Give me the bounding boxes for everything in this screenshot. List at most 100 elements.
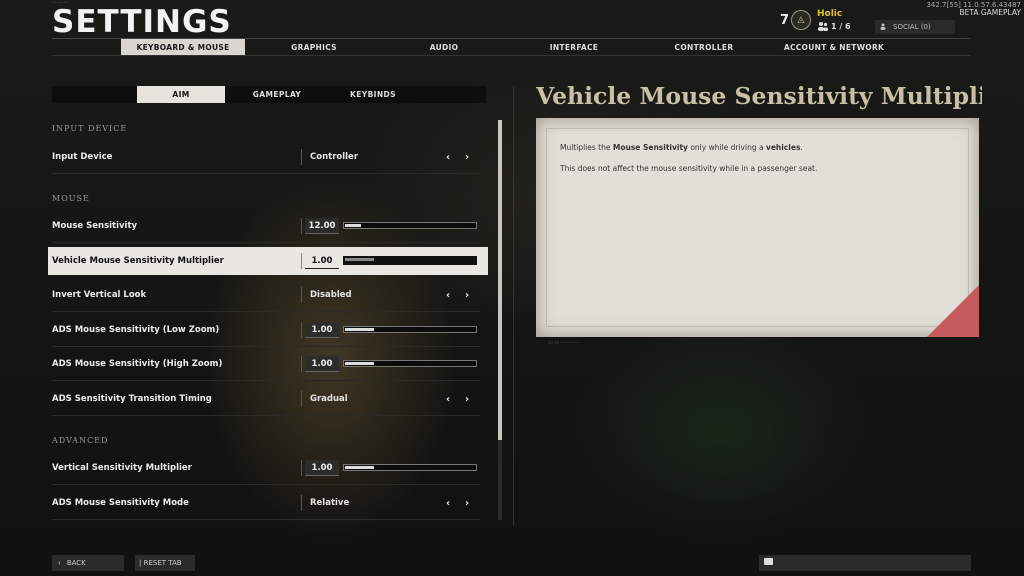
- prev-arrow-icon[interactable]: ‹: [442, 393, 454, 405]
- chat-icon: [764, 558, 773, 565]
- detail-description: Multiplies the Mouse Sensitivity only wh…: [560, 142, 950, 184]
- header: ·· ··· ··· SETTINGS 342.7[55] 11.0.57.6.…: [0, 0, 1024, 62]
- detail-title: Vehicle Mouse Sensitivity Multiplier: [536, 82, 982, 110]
- back-label: BACK: [66, 559, 86, 567]
- row-label: ADS Sensitivity Transition Timing: [52, 394, 212, 404]
- section-input-device: INPUT DEVICE: [52, 124, 128, 133]
- row-divider: [52, 415, 480, 416]
- row-ads-transition-timing[interactable]: ADS Sensitivity Transition Timing Gradua…: [52, 385, 480, 416]
- row-value: Disabled: [310, 290, 352, 300]
- row-separator: [301, 218, 302, 234]
- value-box[interactable]: 1.00: [305, 356, 339, 372]
- beta-label: BETA GAMEPLAY: [959, 8, 1021, 17]
- slider-fill: [345, 328, 374, 331]
- prev-arrow-icon[interactable]: ‹: [442, 497, 454, 509]
- row-ads-sensitivity-mode[interactable]: ADS Mouse Sensitivity Mode Relative ‹ ›: [52, 489, 480, 520]
- value-box[interactable]: 12.00: [305, 218, 339, 234]
- detail-line-2: This does not affect the mouse sensitivi…: [560, 164, 818, 173]
- subtab-aim[interactable]: AIM: [137, 86, 225, 103]
- detail-text-part: Multiplies the: [560, 143, 613, 152]
- row-label: ADS Mouse Sensitivity (High Zoom): [52, 359, 223, 369]
- row-label: Input Device: [52, 152, 113, 162]
- party-count: 1 / 6: [831, 22, 851, 31]
- slider-track[interactable]: [343, 222, 477, 229]
- row-mouse-sensitivity[interactable]: Mouse Sensitivity 12.00: [52, 212, 480, 243]
- subtab-gameplay[interactable]: GAMEPLAY: [232, 86, 322, 103]
- next-arrow-icon[interactable]: ›: [461, 393, 473, 405]
- row-separator: [301, 460, 302, 476]
- detail-text-part: .: [800, 143, 803, 152]
- tab-keyboard-mouse[interactable]: KEYBOARD & MOUSE: [121, 39, 245, 55]
- row-divider: [52, 242, 480, 243]
- row-label: Mouse Sensitivity: [52, 221, 138, 231]
- build-info: 342.7[55] 11.0.57.6.43487 BETA GAMEPLAY: [926, 1, 1021, 17]
- row-label: Vertical Sensitivity Multiplier: [52, 463, 192, 473]
- slider-track[interactable]: [343, 464, 477, 471]
- detail-text-part: only while driving a: [687, 143, 766, 152]
- detail-footer-mark: ▭ ▭ ············: [548, 340, 580, 346]
- row-separator: [301, 322, 302, 338]
- player-level: 7: [780, 13, 790, 28]
- row-separator: [301, 253, 302, 269]
- slider-fill: [345, 362, 374, 365]
- section-advanced: ADVANCED: [52, 436, 109, 445]
- slider-track[interactable]: [343, 326, 477, 333]
- subtab-keybinds[interactable]: KEYBINDS: [328, 86, 418, 103]
- player-name[interactable]: Holic: [817, 9, 842, 19]
- row-separator: [301, 495, 302, 511]
- slider-fill: [345, 258, 374, 261]
- prev-arrow-icon[interactable]: ‹: [442, 289, 454, 301]
- tab-controller[interactable]: CONTROLLER: [658, 39, 750, 55]
- panel-divider: [513, 86, 514, 526]
- row-separator: [301, 356, 302, 372]
- row-vertical-sensitivity[interactable]: Vertical Sensitivity Multiplier 1.00: [52, 454, 480, 485]
- row-value: Relative: [310, 498, 350, 508]
- tab-interface[interactable]: INTERFACE: [528, 39, 620, 55]
- detail-line-1: Multiplies the Mouse Sensitivity only wh…: [560, 142, 950, 154]
- value-box[interactable]: 1.00: [305, 460, 339, 476]
- detail-text-bold: Mouse Sensitivity: [612, 143, 688, 152]
- party-icon: [817, 21, 829, 34]
- social-icon: [880, 23, 888, 32]
- value-box[interactable]: 1.00: [305, 322, 339, 338]
- next-arrow-icon[interactable]: ›: [461, 151, 473, 163]
- reset-tab-button[interactable]: | RESET TAB: [135, 555, 195, 571]
- detail-text-bold: vehicles: [765, 143, 801, 152]
- slider-track[interactable]: [343, 360, 477, 367]
- row-invert-vertical-look[interactable]: Invert Vertical Look Disabled ‹ ›: [52, 281, 480, 312]
- slider-fill: [345, 466, 374, 469]
- detail-card: Multiplies the Mouse Sensitivity only wh…: [536, 118, 979, 337]
- next-arrow-icon[interactable]: ›: [461, 289, 473, 301]
- row-ads-low-zoom[interactable]: ADS Mouse Sensitivity (Low Zoom) 1.00: [52, 316, 480, 347]
- scrollbar-thumb[interactable]: [498, 120, 502, 440]
- row-label: Invert Vertical Look: [52, 290, 147, 300]
- rank-icon: ◬: [791, 10, 811, 30]
- next-arrow-icon[interactable]: ›: [461, 497, 473, 509]
- slider-fill: [345, 224, 361, 227]
- row-separator: [301, 287, 302, 303]
- social-label: SOCIAL (0): [893, 23, 931, 31]
- value-box[interactable]: 1.00: [305, 253, 339, 269]
- slider-track[interactable]: [343, 256, 477, 265]
- page-title: SETTINGS: [52, 4, 232, 40]
- corner-stripe: [927, 285, 979, 337]
- row-value: Gradual: [310, 394, 348, 404]
- row-vehicle-mouse-sensitivity[interactable]: Vehicle Mouse Sensitivity Multiplier 1.0…: [48, 247, 488, 275]
- row-divider: [52, 173, 480, 174]
- sub-tabbar: AIM GAMEPLAY KEYBINDS: [52, 86, 486, 103]
- main-tabbar: KEYBOARD & MOUSE GRAPHICS AUDIO INTERFAC…: [52, 38, 970, 56]
- row-divider: [52, 346, 480, 347]
- row-input-device[interactable]: Input Device Controller ‹ ›: [52, 143, 480, 174]
- tab-account-network[interactable]: ACCOUNT & NETWORK: [774, 39, 894, 55]
- row-ads-high-zoom[interactable]: ADS Mouse Sensitivity (High Zoom) 1.00: [52, 350, 480, 381]
- reset-tab-label: | RESET TAB: [139, 559, 182, 567]
- row-label: Vehicle Mouse Sensitivity Multiplier: [52, 256, 224, 266]
- back-button[interactable]: ‹ BACK: [52, 555, 124, 571]
- tab-graphics[interactable]: GRAPHICS: [268, 39, 360, 55]
- section-mouse: MOUSE: [52, 194, 90, 203]
- social-button[interactable]: SOCIAL (0): [875, 20, 955, 34]
- row-value: Controller: [310, 152, 359, 162]
- tab-audio[interactable]: AUDIO: [398, 39, 490, 55]
- chat-input[interactable]: [759, 555, 971, 571]
- prev-arrow-icon[interactable]: ‹: [442, 151, 454, 163]
